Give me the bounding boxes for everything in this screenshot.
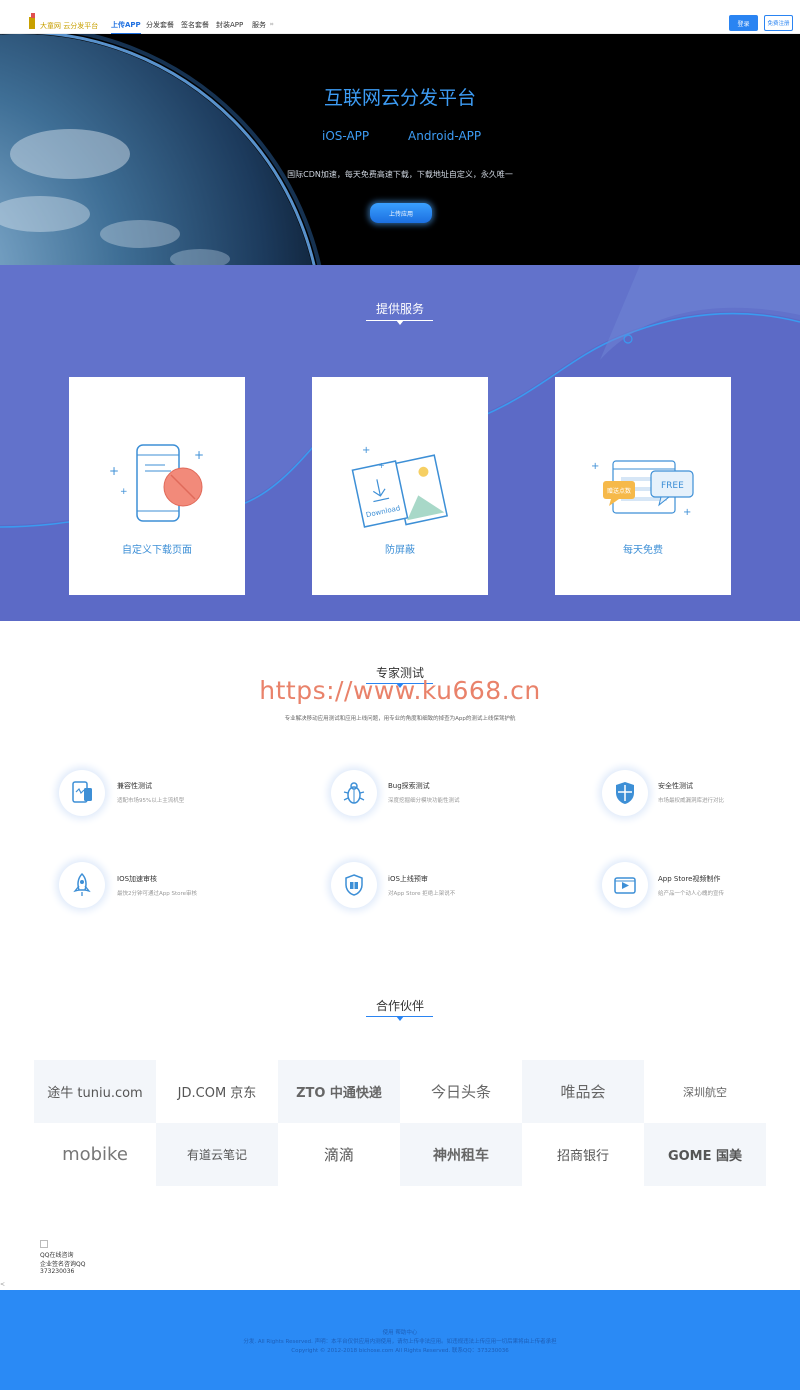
stray-text: < xyxy=(0,1281,6,1288)
free-chat-icon: FREE 赠送点数 + + xyxy=(591,460,694,518)
service-card-label: 防屏蔽 xyxy=(385,545,415,556)
partner-logo-zuche[interactable]: 神州租车 xyxy=(400,1123,522,1186)
svg-text:+: + xyxy=(591,461,599,472)
partner-logo-vip[interactable]: 唯品会 xyxy=(522,1060,644,1123)
feature-desc: 深度挖掘细分模块功能性测试 xyxy=(388,798,460,804)
shield-icon xyxy=(602,770,648,816)
qq-sign-consult: 企业签名咨询QQ xyxy=(40,1261,86,1268)
svg-text:+: + xyxy=(194,448,204,462)
footer-copyright: Copyright © 2012-2018 bichose.com All Ri… xyxy=(291,1348,509,1354)
svg-text:+: + xyxy=(362,445,370,456)
gift-points-text: 赠送点数 xyxy=(607,487,631,495)
compat-icon xyxy=(59,770,105,816)
partner-logo-tuniu[interactable]: 途牛 tuniu.com xyxy=(34,1060,156,1123)
hero-description: 国际CDN加速，每天免费高速下载，下载地址自定义，永久唯一 xyxy=(287,170,513,179)
partner-logo-gome[interactable]: GOME 国美 xyxy=(644,1123,766,1186)
feature-desc: 对App Store 拒绝上架说不 xyxy=(388,891,456,897)
svg-text:+: + xyxy=(683,507,691,518)
feature-desc: 最快2分钟可通过App Store审核 xyxy=(117,891,198,897)
expert-subtitle: 专业解决移动应用测试和应用上线问题，用专业的角度和细致的掉查为App的测试上线保… xyxy=(284,716,516,722)
nav-upload-app[interactable]: 上传APP xyxy=(111,20,141,35)
partners-divider-arrow xyxy=(396,1016,404,1021)
nav-package-app[interactable]: 封装APP xyxy=(216,20,243,30)
svg-text:+: + xyxy=(109,464,119,478)
logo-icon[interactable] xyxy=(28,13,38,29)
android-app-link[interactable]: Android-APP xyxy=(408,129,481,143)
ios-app-link[interactable]: iOS-APP xyxy=(322,129,369,143)
service-card-anti-block[interactable]: Download + + 防屏蔽 xyxy=(312,377,488,595)
services-divider-arrow xyxy=(396,320,404,325)
svg-text:+: + xyxy=(120,487,128,497)
review-shield-icon xyxy=(331,862,377,908)
feature-title: IOS加速审核 xyxy=(117,875,158,883)
login-button[interactable]: 登录 xyxy=(729,15,758,31)
feature-title: Bug探索测试 xyxy=(388,782,430,790)
service-card-free-daily[interactable]: FREE 赠送点数 + + 每天免费 xyxy=(555,377,731,595)
feature-title: iOS上线预审 xyxy=(388,875,428,883)
earth-image xyxy=(0,34,322,265)
upload-app-button[interactable]: 上传应用 xyxy=(370,203,432,223)
service-card-label: 自定义下载页面 xyxy=(122,545,192,556)
feature-desc: 给产品一个动人心魄的宣传 xyxy=(658,891,725,897)
logo-text[interactable]: 大童网 云分发平台 xyxy=(40,21,98,31)
register-button[interactable]: 免费注册 xyxy=(764,15,793,31)
qq-image-icon[interactable] xyxy=(40,1240,48,1248)
footer-disclaimer: 分发. All Rights Reserved. 声明：本平台仅供应用内测使用，… xyxy=(243,1339,557,1345)
qq-online-link[interactable]: QQ在线咨询 xyxy=(40,1250,73,1259)
feature-title: 兼容性测试 xyxy=(117,782,152,790)
nav-service[interactable]: 服务 xyxy=(252,20,266,30)
nav-more-icon[interactable]: ⌗ xyxy=(270,21,273,29)
partner-logo-shenzhen-airlines[interactable]: 深圳航空 xyxy=(644,1060,766,1123)
hero-banner: 互联网云分发平台 iOS-APP Android-APP 国际CDN加速，每天免… xyxy=(0,34,800,265)
partner-logo-mobike[interactable]: mobike xyxy=(34,1123,156,1186)
partner-logo-cmb[interactable]: 招商银行 xyxy=(522,1123,644,1186)
feature-title: 安全性测试 xyxy=(658,782,693,790)
top-header: 大童网 云分发平台 上传APP 分发套餐 签名套餐 封装APP 服务 ⌗ 登录 … xyxy=(0,0,800,35)
nav-signing-plans[interactable]: 签名套餐 xyxy=(181,20,209,30)
partners-title: 合作伙伴 xyxy=(375,999,424,1013)
partner-logo-zto[interactable]: ZTO 中通快递 xyxy=(278,1060,400,1123)
feature-desc: 市场最权威漏洞库进行对比 xyxy=(658,798,725,804)
nav-distribution-plans[interactable]: 分发套餐 xyxy=(146,20,174,30)
qq-number: 373230036 xyxy=(40,1268,75,1275)
download-photo-icon: Download + + xyxy=(351,445,449,528)
bug-icon xyxy=(331,770,377,816)
free-badge-text: FREE xyxy=(661,481,684,491)
hero-title: 互联网云分发平台 xyxy=(323,87,476,109)
services-title: 提供服务 xyxy=(375,302,424,316)
partner-logo-jd[interactable]: JD.COM 京东 xyxy=(156,1060,278,1123)
feature-desc: 适配市场95%以上主流机型 xyxy=(117,798,185,804)
rocket-icon xyxy=(59,862,105,908)
service-card-custom-page[interactable]: + + + 自定义下载页面 xyxy=(69,377,245,595)
video-icon xyxy=(602,862,648,908)
footer-links[interactable]: 使用 帮助中心 xyxy=(0,1328,800,1336)
phone-block-icon: + + + xyxy=(109,444,204,522)
partner-logo-toutiao[interactable]: 今日头条 xyxy=(400,1060,522,1123)
partner-logo-didi[interactable]: 滴滴 xyxy=(278,1123,400,1186)
feature-title: App Store视频制作 xyxy=(658,875,721,883)
svg-text:+: + xyxy=(378,461,385,470)
partner-logo-youdao[interactable]: 有道云笔记 xyxy=(156,1123,278,1186)
watermark-url: https://www.ku668.cn xyxy=(259,676,541,705)
service-card-label: 每天免费 xyxy=(623,545,663,556)
